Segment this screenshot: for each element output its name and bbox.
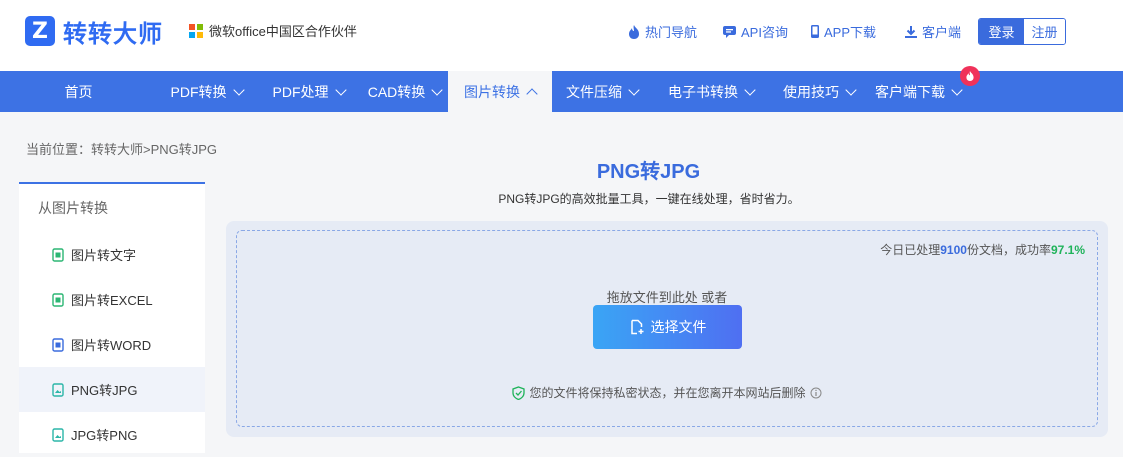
sidebar: 从图片转换 图片转文字 图片转EXCEL 图片转WORD PNG转JPG JPG… xyxy=(19,182,205,453)
page-title: PNG转JPG xyxy=(596,161,701,183)
main-nav: 首页 PDF转换 PDF处理 CAD转换 图片转换 文件压缩 电子书转换 使用技… xyxy=(0,66,1123,112)
fire-icon xyxy=(629,24,639,39)
chevron-down-icon xyxy=(845,83,857,96)
file-add-icon xyxy=(630,319,643,335)
drop-hint: 拖放文件到此处 或者 xyxy=(606,290,728,305)
nav-tips[interactable]: 使用技巧 xyxy=(770,71,868,112)
partner-text: 微软office中国区合作伙伴 xyxy=(209,24,357,39)
choose-file-button[interactable]: 选择文件 xyxy=(593,305,742,349)
document-icon xyxy=(52,292,64,307)
sidebar-item-png-to-jpg[interactable]: PNG转JPG xyxy=(19,367,205,412)
register-button[interactable]: 注册 xyxy=(1024,19,1065,44)
nav-ebook-convert[interactable]: 电子书转换 xyxy=(652,71,770,112)
nav-image-convert[interactable]: 图片转换 xyxy=(448,71,552,112)
top-links: 热门导航 API咨询 APP下载 客户端 xyxy=(627,22,961,41)
sidebar-item-image-to-text[interactable]: 图片转文字 xyxy=(19,232,205,277)
chevron-down-icon xyxy=(334,83,347,96)
api-link[interactable]: API咨询 xyxy=(722,22,788,41)
download-icon xyxy=(905,25,917,38)
processing-stats: 今日已处理9100份文档，成功率97.1% xyxy=(880,243,1085,257)
site-logo[interactable]: Z 转转大师 xyxy=(25,14,163,48)
sidebar-heading: 从图片转换 xyxy=(38,200,108,216)
sidebar-item-image-to-word[interactable]: 图片转WORD xyxy=(19,322,205,367)
chevron-down-icon xyxy=(628,83,640,96)
partner-badge: 微软office中国区合作伙伴 xyxy=(189,21,357,40)
nav-pdf-convert[interactable]: PDF转换 xyxy=(157,71,256,112)
hot-fire-icon xyxy=(960,66,980,86)
shield-icon xyxy=(512,385,526,400)
document-icon xyxy=(52,337,64,352)
image-file-icon xyxy=(52,382,64,397)
sidebar-item-jpg-to-png[interactable]: JPG转PNG xyxy=(19,412,205,457)
nav-cad-convert[interactable]: CAD转换 xyxy=(361,71,448,112)
chevron-up-icon xyxy=(526,87,538,100)
upload-panel: 今日已处理9100份文档，成功率97.1% 拖放文件到此处 或者 选择文件 您的… xyxy=(226,221,1108,437)
info-icon[interactable] xyxy=(810,387,822,399)
nav-file-compress[interactable]: 文件压缩 xyxy=(552,71,652,112)
chevron-down-icon xyxy=(744,83,756,96)
chat-icon xyxy=(723,25,737,38)
app-download-link[interactable]: APP下载 xyxy=(810,22,876,41)
nav-home[interactable]: 首页 xyxy=(0,71,157,112)
phone-icon xyxy=(810,25,819,38)
image-file-icon xyxy=(52,427,64,442)
logo-mark: Z xyxy=(25,16,55,46)
nav-pdf-process[interactable]: PDF处理 xyxy=(256,71,361,112)
chevron-down-icon xyxy=(431,83,443,96)
auth-buttons: 登录 注册 xyxy=(978,18,1066,45)
login-button[interactable]: 登录 xyxy=(979,19,1024,44)
stats-count: 9100 xyxy=(940,243,967,257)
top-bar: Z 转转大师 微软office中国区合作伙伴 热门导航 API咨询 APP下载 … xyxy=(0,0,1123,71)
chevron-down-icon xyxy=(232,83,245,96)
sidebar-item-image-to-excel[interactable]: 图片转EXCEL xyxy=(19,277,205,322)
page-subtitle: PNG转JPG的高效批量工具，一键在线处理，省时省力。 xyxy=(498,192,800,206)
document-icon xyxy=(52,247,64,262)
privacy-notice: 您的文件将保持私密状态，并在您离开本网站后删除 xyxy=(237,384,1097,401)
breadcrumb: 当前位置：转转大师>PNG转JPG xyxy=(26,142,218,157)
nav-client-download[interactable]: 客户端下载 xyxy=(868,66,980,112)
file-dropzone[interactable]: 今日已处理9100份文档，成功率97.1% 拖放文件到此处 或者 选择文件 您的… xyxy=(236,230,1098,427)
chevron-down-icon xyxy=(951,83,963,96)
microsoft-logo-icon xyxy=(189,23,203,38)
hot-nav-link[interactable]: 热门导航 xyxy=(627,22,697,41)
client-link[interactable]: 客户端 xyxy=(904,22,961,41)
logo-text: 转转大师 xyxy=(63,19,163,48)
stats-rate: 97.1% xyxy=(1050,243,1085,257)
